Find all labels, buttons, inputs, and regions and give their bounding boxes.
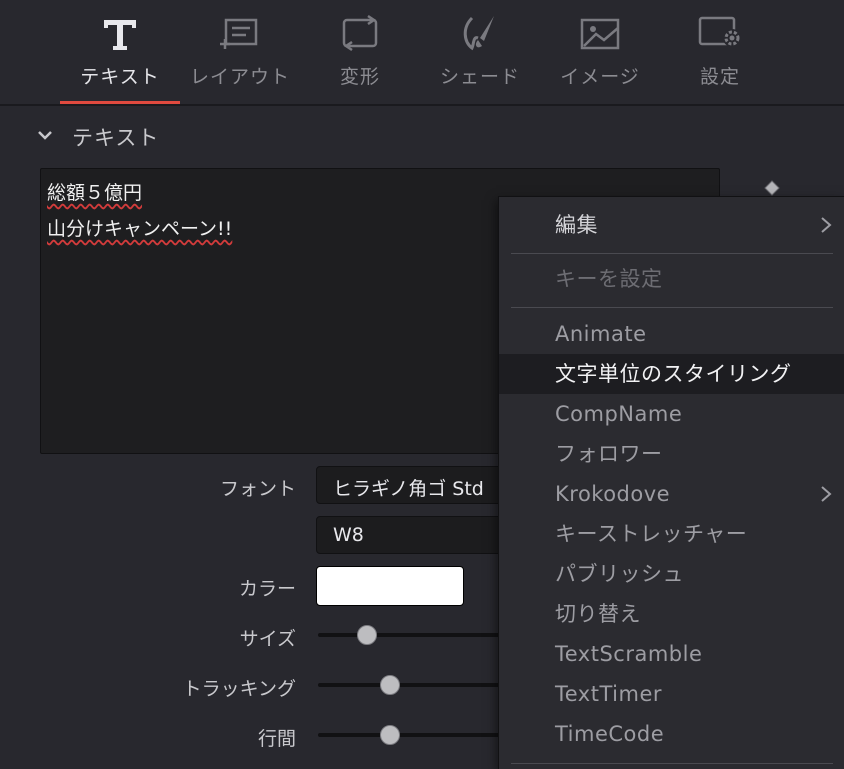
tab-transform-label: 変形: [339, 66, 380, 88]
menu-item-character-level-styling[interactable]: 文字単位のスタイリング: [499, 354, 844, 394]
tab-shade[interactable]: シェード: [420, 0, 540, 104]
tab-transform[interactable]: 変形: [300, 0, 420, 104]
tab-text-label: テキスト: [80, 66, 160, 88]
menu-item-edit[interactable]: 編集: [499, 205, 844, 245]
menu-item-key-stretcher[interactable]: キーストレッチャー: [499, 514, 844, 554]
transform-icon: [342, 14, 378, 52]
menu-item-krokodove[interactable]: Krokodove: [499, 474, 844, 514]
line-spacing-slider-knob[interactable]: [380, 725, 401, 745]
menu-separator: [511, 307, 833, 308]
menu-item-publish[interactable]: パブリッシュ: [499, 554, 844, 594]
tracking-label: トラッキング: [182, 678, 296, 700]
tab-settings[interactable]: 設定: [660, 0, 780, 104]
tracking-slider-knob[interactable]: [380, 675, 401, 695]
image-icon: [580, 18, 620, 50]
color-label: カラー: [238, 578, 296, 600]
font-weight-dropdown[interactable]: W8: [316, 516, 516, 554]
brush-icon: [463, 16, 494, 51]
font-label: フォント: [219, 478, 296, 500]
menu-item-switch[interactable]: 切り替え: [499, 594, 844, 634]
tab-settings-label: 設定: [699, 66, 740, 88]
tab-layout[interactable]: レイアウト: [180, 0, 300, 104]
chevron-right-icon: [821, 217, 832, 233]
menu-separator: [511, 253, 833, 254]
tab-shade-label: シェード: [439, 66, 520, 88]
menu-item-set-key: キーを設定: [555, 267, 663, 291]
settings-gear-icon: [698, 16, 741, 47]
line-spacing-slider[interactable]: [318, 725, 508, 745]
size-slider[interactable]: [318, 625, 508, 645]
menu-item-timecode[interactable]: TimeCode: [499, 714, 844, 754]
menu-separator: [511, 763, 833, 764]
chevron-down-icon: [38, 131, 52, 140]
inspector-tab-bar: テキスト レイアウト 変形 シェード イメージ 設定: [0, 0, 844, 106]
menu-item-animate[interactable]: Animate: [499, 314, 844, 354]
text-T-icon: [104, 20, 136, 50]
line-spacing-label: 行間: [257, 728, 296, 750]
layout-icon: [220, 18, 258, 49]
color-swatch[interactable]: [316, 566, 464, 606]
size-label: サイズ: [239, 628, 296, 650]
tab-image[interactable]: イメージ: [540, 0, 660, 104]
tab-text[interactable]: テキスト: [60, 0, 180, 104]
active-tab-indicator: [60, 101, 180, 104]
tab-layout-label: レイアウト: [189, 66, 290, 88]
menu-item-follower[interactable]: フォロワー: [499, 434, 844, 474]
keyframe-diamond-icon[interactable]: [764, 180, 780, 196]
font-family-dropdown[interactable]: ヒラギノ角ゴ Std: [316, 466, 516, 504]
context-menu: 編集 キーを設定 Animate 文字単位のスタイリング CompName フォ…: [498, 196, 844, 769]
menu-item-textscramble[interactable]: TextScramble: [499, 634, 844, 674]
chevron-right-icon: [821, 486, 832, 502]
section-title: テキスト: [72, 126, 160, 150]
tracking-slider[interactable]: [318, 675, 508, 695]
menu-item-compname[interactable]: CompName: [499, 394, 844, 434]
menu-item-texttimer[interactable]: TextTimer: [499, 674, 844, 714]
size-slider-knob[interactable]: [357, 625, 378, 645]
tab-image-label: イメージ: [560, 66, 640, 88]
